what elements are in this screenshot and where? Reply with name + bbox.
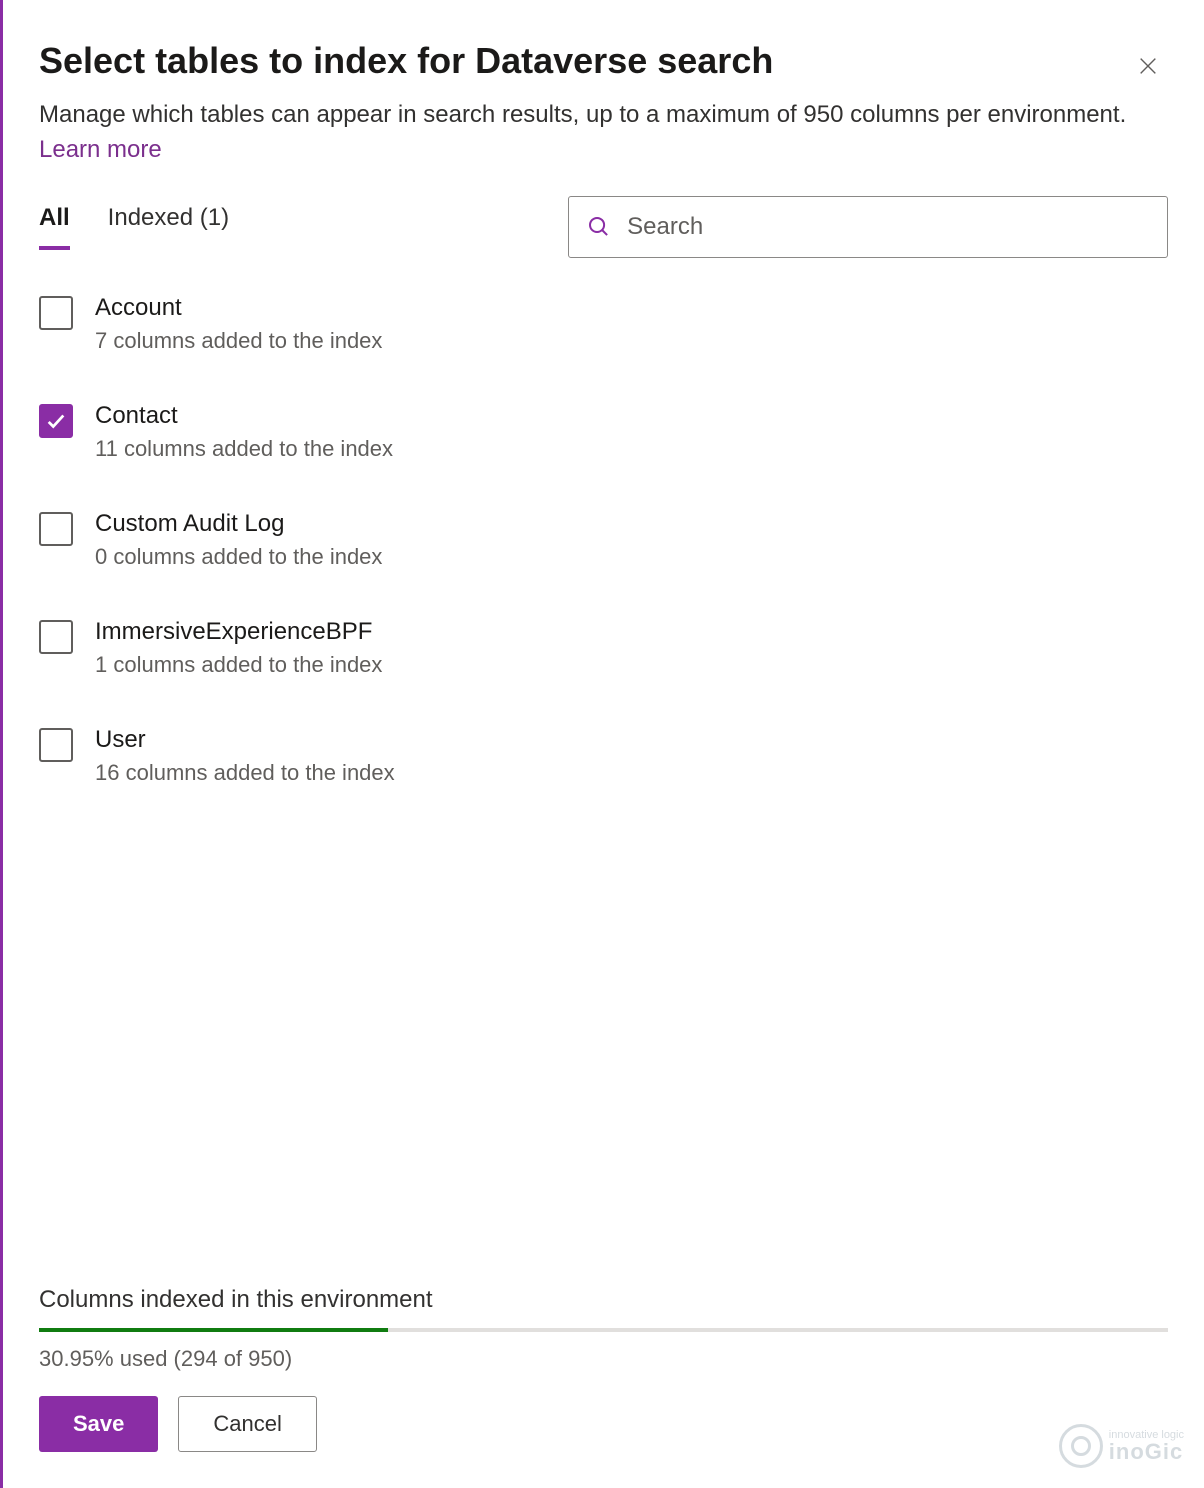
table-desc: 16 columns added to the index [95, 760, 395, 786]
progress-label: Columns indexed in this environment [39, 1286, 1168, 1314]
table-row: ImmersiveExperienceBPF 1 columns added t… [39, 618, 1168, 678]
dialog-title: Select tables to index for Dataverse sea… [39, 40, 773, 82]
checkbox-user[interactable] [39, 728, 73, 762]
tab-list: All Indexed (1) [39, 204, 229, 250]
checkbox-account[interactable] [39, 296, 73, 330]
table-name: ImmersiveExperienceBPF [95, 618, 382, 646]
table-desc: 7 columns added to the index [95, 328, 382, 354]
table-name: Account [95, 294, 382, 322]
search-box[interactable] [568, 196, 1168, 258]
table-row: Contact 11 columns added to the index [39, 402, 1168, 462]
search-icon [587, 214, 611, 240]
subtitle-text: Manage which tables can appear in search… [39, 101, 1126, 128]
table-desc: 11 columns added to the index [95, 436, 393, 462]
checkbox-contact[interactable] [39, 404, 73, 438]
progress-bar [39, 1328, 1168, 1332]
table-name: User [95, 726, 395, 754]
cancel-button[interactable]: Cancel [178, 1396, 316, 1452]
progress-fill [39, 1328, 388, 1332]
table-desc: 1 columns added to the index [95, 652, 382, 678]
checkbox-immersive-experience-bpf[interactable] [39, 620, 73, 654]
checkbox-custom-audit-log[interactable] [39, 512, 73, 546]
table-list: Account 7 columns added to the index Con… [39, 294, 1168, 1266]
check-icon [45, 410, 67, 432]
search-input[interactable] [627, 213, 1149, 241]
tab-indexed[interactable]: Indexed (1) [108, 204, 229, 250]
table-row: Custom Audit Log 0 columns added to the … [39, 510, 1168, 570]
save-button[interactable]: Save [39, 1396, 158, 1452]
table-row: User 16 columns added to the index [39, 726, 1168, 786]
progress-text: 30.95% used (294 of 950) [39, 1346, 1168, 1372]
dialog-subtitle: Manage which tables can appear in search… [39, 98, 1139, 168]
close-icon [1137, 55, 1159, 77]
close-button[interactable] [1128, 46, 1168, 86]
table-name: Custom Audit Log [95, 510, 382, 538]
tab-all[interactable]: All [39, 204, 70, 250]
learn-more-link[interactable]: Learn more [39, 136, 162, 163]
table-row: Account 7 columns added to the index [39, 294, 1168, 354]
table-desc: 0 columns added to the index [95, 544, 382, 570]
table-name: Contact [95, 402, 393, 430]
footer: Columns indexed in this environment 30.9… [39, 1266, 1168, 1452]
